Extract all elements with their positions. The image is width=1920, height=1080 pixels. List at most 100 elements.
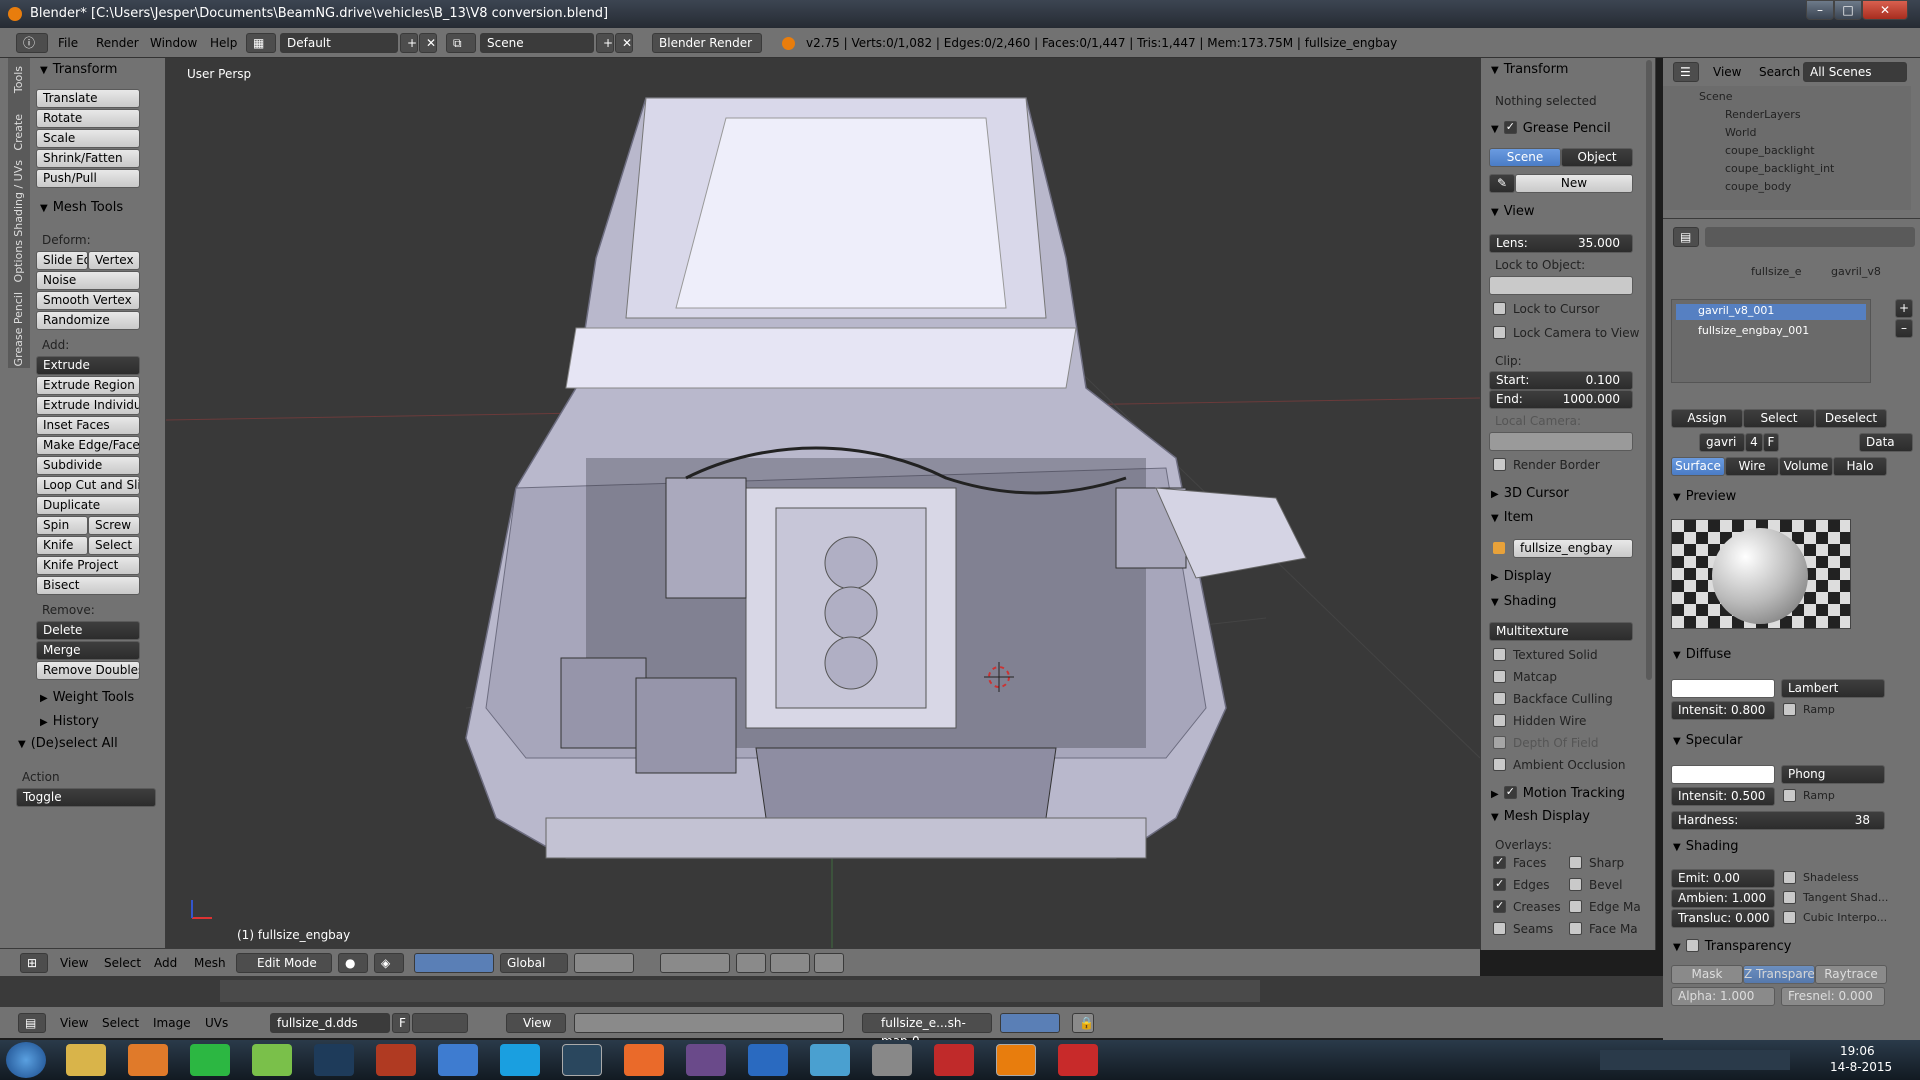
clock-time[interactable]: 19:06 (1840, 1044, 1875, 1058)
textured-solid-checkbox[interactable] (1493, 648, 1506, 661)
inset-faces-button[interactable]: Inset Faces (36, 416, 140, 435)
randomize-button[interactable]: Randomize (36, 311, 140, 330)
history-panel-header[interactable]: ▶ History (40, 714, 99, 729)
hardness-field[interactable]: Hardness: 38 (1671, 811, 1885, 830)
translate-button[interactable]: Translate (36, 89, 140, 108)
fresnel-field[interactable]: Fresnel: 0.000 (1781, 987, 1885, 1006)
bisect-button[interactable]: Bisect (36, 576, 140, 595)
bevel-checkbox[interactable] (1569, 878, 1582, 891)
layout-icon[interactable]: ▦ (246, 33, 276, 53)
backface-checkbox[interactable] (1493, 692, 1506, 705)
visual-icon[interactable] (810, 1044, 850, 1076)
specular-color-swatch[interactable] (1671, 765, 1775, 784)
shadeless-checkbox[interactable] (1783, 871, 1796, 884)
rotate-button[interactable]: Rotate (36, 109, 140, 128)
menu-render[interactable]: Render (96, 36, 139, 50)
sharp-checkbox[interactable] (1569, 856, 1582, 869)
tab-wire[interactable]: Wire (1725, 457, 1779, 476)
scene-close-button[interactable]: ✕ (615, 33, 633, 53)
grease-pencil-header[interactable]: ▼Grease Pencil (1491, 119, 1611, 136)
multitexture-dropdown[interactable]: Multitexture (1489, 622, 1633, 641)
spin-button[interactable]: Spin (36, 516, 88, 535)
transform-panel-header[interactable]: ▼ Transform (40, 62, 117, 77)
knife-project-button[interactable]: Knife Project (36, 556, 140, 575)
material-slot-2[interactable]: fullsize_engbay_001 (1676, 324, 1866, 340)
smooth-vertex-button[interactable]: Smooth Vertex (36, 291, 140, 310)
view3d-view-menu[interactable]: View (60, 956, 88, 970)
uv-map-selector[interactable]: fullsize_e...sh-map-0 (862, 1013, 992, 1048)
view3d-editor-icon[interactable]: ⊞ (20, 953, 48, 973)
dof-checkbox[interactable] (1493, 736, 1506, 749)
outliner-item-scene[interactable]: Scene (1699, 90, 1733, 103)
viewport-canvas[interactable] (166, 58, 1480, 950)
slot-add-button[interactable]: + (1895, 299, 1913, 318)
breadcrumb-material[interactable]: gavril_v8 (1831, 265, 1881, 278)
sketchup-icon[interactable] (1058, 1044, 1098, 1076)
viewport-shading-dropdown[interactable]: ● (338, 953, 368, 973)
manipulator-buttons[interactable] (414, 953, 494, 973)
slide-edge-button[interactable]: Slide Ed (36, 251, 88, 270)
alpha-field[interactable]: Alpha: 1.000 (1671, 987, 1775, 1006)
menu-window[interactable]: Window (150, 36, 197, 50)
gp-new-button[interactable]: New (1515, 174, 1633, 193)
select-mode-buttons[interactable] (660, 953, 730, 973)
material-link-dropdown[interactable]: Data (1859, 433, 1913, 452)
shrink-fatten-button[interactable]: Shrink/Fatten (36, 149, 140, 168)
tab-options[interactable]: Options (12, 240, 25, 282)
cubic-interp-checkbox[interactable] (1783, 911, 1796, 924)
steam-icon[interactable] (562, 1044, 602, 1076)
ao-checkbox[interactable] (1493, 758, 1506, 771)
display-header[interactable]: ▶ Display (1491, 569, 1552, 584)
z-transparency-button[interactable]: Z Transpare... (1743, 965, 1815, 984)
mask-button[interactable]: Mask (1671, 965, 1743, 984)
system-tray-icons[interactable] (1600, 1050, 1790, 1070)
deselect-button[interactable]: Deselect (1815, 409, 1887, 428)
uv-view-menu[interactable]: View (60, 1016, 88, 1030)
noise-button[interactable]: Noise (36, 271, 140, 290)
loop-cut-button[interactable]: Loop Cut and Slide (36, 476, 140, 495)
extrude-dropdown[interactable]: Extrude (36, 356, 140, 375)
scale-button[interactable]: Scale (36, 129, 140, 148)
clock-date[interactable]: 14-8-2015 (1830, 1060, 1892, 1074)
view3d-add-menu[interactable]: Add (154, 956, 177, 970)
specular-intensity-field[interactable]: Intensit: 0.500 (1671, 787, 1775, 806)
item-header[interactable]: ▼ Item (1491, 510, 1533, 525)
explorer-icon[interactable] (66, 1044, 106, 1076)
chrome-icon[interactable] (438, 1044, 478, 1076)
hidden-wire-checkbox[interactable] (1493, 714, 1506, 727)
sidebar-scrollbar[interactable] (1646, 60, 1652, 680)
scene-add-button[interactable]: + (596, 33, 614, 53)
specular-ramp-checkbox[interactable] (1783, 789, 1796, 802)
shading-header[interactable]: ▼ Shading (1491, 594, 1557, 609)
blender-taskbar-icon[interactable] (996, 1044, 1036, 1076)
diffuse-ramp-checkbox[interactable] (1783, 703, 1796, 716)
slide-vertex-button[interactable]: Vertex (88, 251, 140, 270)
outliner-view-menu[interactable]: View (1713, 65, 1741, 79)
duplicate-button[interactable]: Duplicate (36, 496, 140, 515)
fake-user-button[interactable]: F (1763, 433, 1779, 452)
faces-checkbox[interactable] (1493, 855, 1506, 869)
select-button[interactable]: Select (1743, 409, 1815, 428)
gp-pencil-icon[interactable]: ✎ (1489, 174, 1515, 193)
deselect-all-header[interactable]: ▼ (De)select All (18, 736, 118, 751)
uv-options-buttons[interactable] (574, 1013, 844, 1033)
uv-sync-buttons[interactable] (1000, 1013, 1060, 1033)
action-dropdown[interactable]: Toggle (16, 788, 156, 807)
gp-scene-button[interactable]: Scene (1489, 148, 1561, 167)
editor-type-icon[interactable]: ⓘ (16, 33, 48, 53)
render-engine-selector[interactable]: Blender Render (652, 33, 762, 53)
view3d-select-menu[interactable]: Select (104, 956, 141, 970)
grease-pencil-checkbox[interactable] (1503, 120, 1517, 134)
layout-selector[interactable]: Default (280, 33, 398, 53)
properties-editor-icon[interactable]: ▤ (1673, 227, 1699, 247)
seams-checkbox[interactable] (1493, 922, 1506, 935)
snap-button[interactable] (770, 953, 810, 973)
scene-icon[interactable]: ⧉ (446, 33, 476, 53)
tab-tools[interactable]: Tools (12, 66, 25, 93)
uplay-icon[interactable] (748, 1044, 788, 1076)
tab-surface[interactable]: Surface (1671, 457, 1725, 476)
mesh-display-header[interactable]: ▼ Mesh Display (1491, 809, 1590, 824)
notepad-icon[interactable] (252, 1044, 292, 1076)
screw-button[interactable]: Screw (88, 516, 140, 535)
skype-icon[interactable] (500, 1044, 540, 1076)
